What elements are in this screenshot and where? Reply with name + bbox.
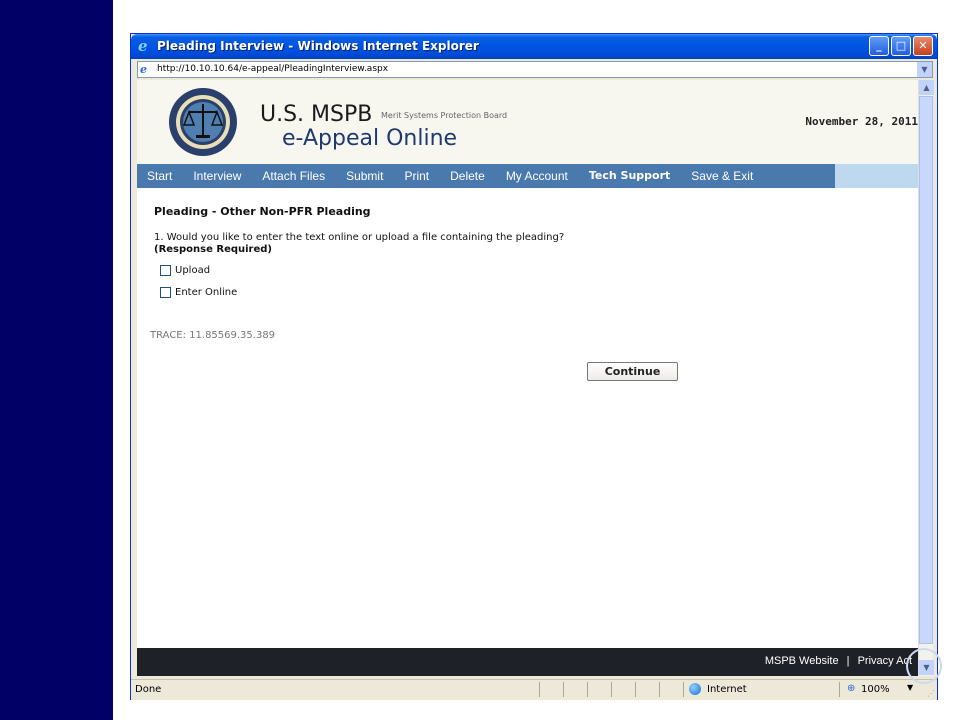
nav-delete[interactable]: Delete: [440, 164, 496, 188]
required-note: (Response Required): [154, 244, 272, 255]
site-footer: MSPB Website | Privacy Act: [137, 648, 918, 676]
title-bar[interactable]: e Pleading Interview - Windows Internet …: [131, 34, 937, 59]
nav-start[interactable]: Start: [137, 164, 183, 188]
nav-my-account[interactable]: My Account: [496, 164, 579, 188]
enter-online-checkbox[interactable]: [160, 286, 171, 298]
brand-tagline: Merit Systems Protection Board: [381, 111, 508, 120]
vertical-scrollbar[interactable]: ▲ ▼: [918, 80, 934, 676]
section-title: Pleading - Other Non-PFR Pleading: [154, 205, 371, 218]
nav-interview[interactable]: Interview: [183, 164, 252, 188]
internet-zone-icon: [689, 683, 701, 695]
nav-save-exit[interactable]: Save & Exit: [681, 164, 764, 188]
continue-button[interactable]: Continue: [587, 362, 678, 381]
zoom-dropdown-icon[interactable]: ▼: [907, 683, 913, 692]
maximize-button[interactable]: □: [891, 36, 911, 56]
upload-checkbox[interactable]: [160, 264, 171, 276]
address-dropdown-icon[interactable]: ▼: [917, 62, 932, 77]
internet-explorer-icon: e: [138, 37, 148, 55]
resize-grip-icon[interactable]: ⋰: [927, 689, 935, 698]
scroll-up-icon[interactable]: ▲: [919, 80, 934, 95]
nav-tech-support[interactable]: Tech Support: [579, 164, 681, 188]
page-icon: e: [140, 63, 147, 76]
left-decorative-strip: [0, 0, 113, 720]
option-upload[interactable]: Upload: [160, 263, 210, 277]
page-viewport: U.S. MSPB Merit Systems Protection Board…: [137, 80, 918, 676]
option-label: Enter Online: [175, 286, 238, 298]
minimize-button[interactable]: _: [869, 36, 889, 56]
zoom-level[interactable]: 100%: [861, 684, 890, 695]
question-text: 1. Would you like to enter the text onli…: [154, 232, 565, 243]
security-zone: Internet: [707, 684, 747, 695]
decorative-circle: [906, 648, 942, 684]
status-text: Done: [135, 684, 162, 695]
mspb-seal-logo: [169, 88, 237, 156]
nav-submit[interactable]: Submit: [336, 164, 394, 188]
header-date: November 28, 2011: [805, 115, 918, 128]
mspb-website-link[interactable]: MSPB Website: [765, 655, 839, 667]
site-header: U.S. MSPB Merit Systems Protection Board…: [137, 80, 918, 164]
main-nav: Start Interview Attach Files Submit Prin…: [137, 164, 918, 188]
brand-product: e-Appeal Online: [282, 126, 458, 151]
browser-window: e Pleading Interview - Windows Internet …: [130, 33, 938, 700]
trace-text: TRACE: 11.85569.35.389: [150, 330, 276, 341]
address-url[interactable]: http://10.10.10.64/e-appeal/PleadingInte…: [157, 64, 388, 74]
close-button[interactable]: ✕: [913, 36, 933, 56]
status-bar: Done Internet ⊕ 100% ▼ ⋰: [131, 679, 937, 700]
form-content: Pleading - Other Non-PFR Pleading 1. Wou…: [137, 188, 918, 648]
window-title: Pleading Interview - Windows Internet Ex…: [157, 39, 479, 53]
nav-attach-files[interactable]: Attach Files: [252, 164, 336, 188]
brand-name: U.S. MSPB: [260, 102, 373, 127]
nav-print[interactable]: Print: [394, 164, 440, 188]
scroll-thumb[interactable]: [919, 96, 933, 644]
address-bar[interactable]: e http://10.10.10.64/e-appeal/PleadingIn…: [137, 61, 933, 78]
option-label: Upload: [175, 264, 211, 276]
privacy-act-link[interactable]: Privacy Act: [858, 655, 912, 667]
zoom-icon[interactable]: ⊕: [847, 683, 855, 694]
footer-separator: |: [846, 655, 850, 667]
option-enter-online[interactable]: Enter Online: [160, 285, 237, 299]
